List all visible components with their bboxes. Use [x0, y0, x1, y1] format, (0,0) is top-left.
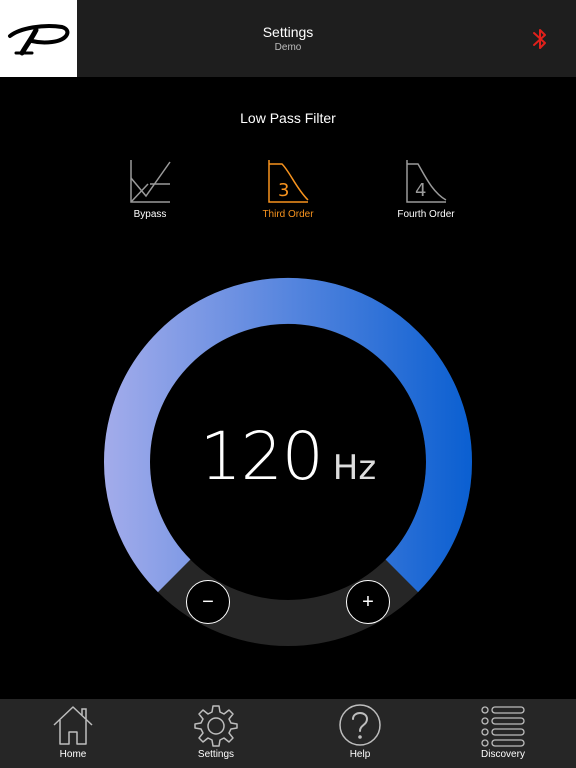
bluetooth-button[interactable]	[528, 26, 552, 52]
frequency-readout: 120 Hz	[0, 418, 576, 495]
filter-label-fourth-order: Fourth Order	[397, 209, 455, 220]
filter-label-third-order: Third Order	[262, 209, 314, 220]
filter-option-third-order[interactable]: 3 Third Order	[233, 158, 343, 228]
nav-label-settings: Settings	[197, 749, 235, 760]
nav-item-settings[interactable]: Settings	[166, 699, 266, 768]
app-root: Settings Demo Low Pass Filter Bypass 3 T…	[0, 0, 576, 768]
page-title: Settings	[262, 24, 314, 40]
nav-item-help[interactable]: Help	[310, 699, 410, 768]
nav-item-home[interactable]: Home	[23, 699, 123, 768]
bluetooth-icon	[533, 29, 546, 49]
nav-label-help: Help	[349, 749, 371, 760]
frequency-unit: Hz	[332, 448, 377, 488]
list-icon	[481, 706, 525, 747]
fourth-order-glyph: 4	[415, 180, 426, 201]
bypass-filter-icon	[130, 160, 171, 203]
nav-label-home: Home	[59, 749, 87, 760]
nav-label-discovery: Discovery	[481, 749, 525, 760]
gear-icon	[194, 705, 238, 747]
increase-frequency-button[interactable]: +	[346, 580, 390, 624]
home-icon	[53, 706, 93, 745]
bottom-nav: Home Settings Help Discovery	[0, 699, 576, 768]
help-icon	[339, 704, 381, 746]
third-order-filter-icon: 3	[268, 160, 309, 203]
filter-section-title: Low Pass Filter	[240, 110, 336, 126]
fourth-order-filter-icon: 4	[406, 160, 447, 203]
page-subtitle: Demo	[274, 42, 302, 53]
decrease-frequency-button[interactable]: −	[186, 580, 230, 624]
filter-option-fourth-order[interactable]: 4 Fourth Order	[371, 158, 481, 228]
filter-option-bypass[interactable]: Bypass	[95, 158, 205, 228]
header: Settings Demo	[0, 0, 576, 77]
nav-item-discovery[interactable]: Discovery	[453, 699, 553, 768]
filter-label-bypass: Bypass	[133, 209, 167, 220]
third-order-glyph: 3	[278, 180, 289, 201]
frequency-value: 120	[199, 418, 324, 495]
